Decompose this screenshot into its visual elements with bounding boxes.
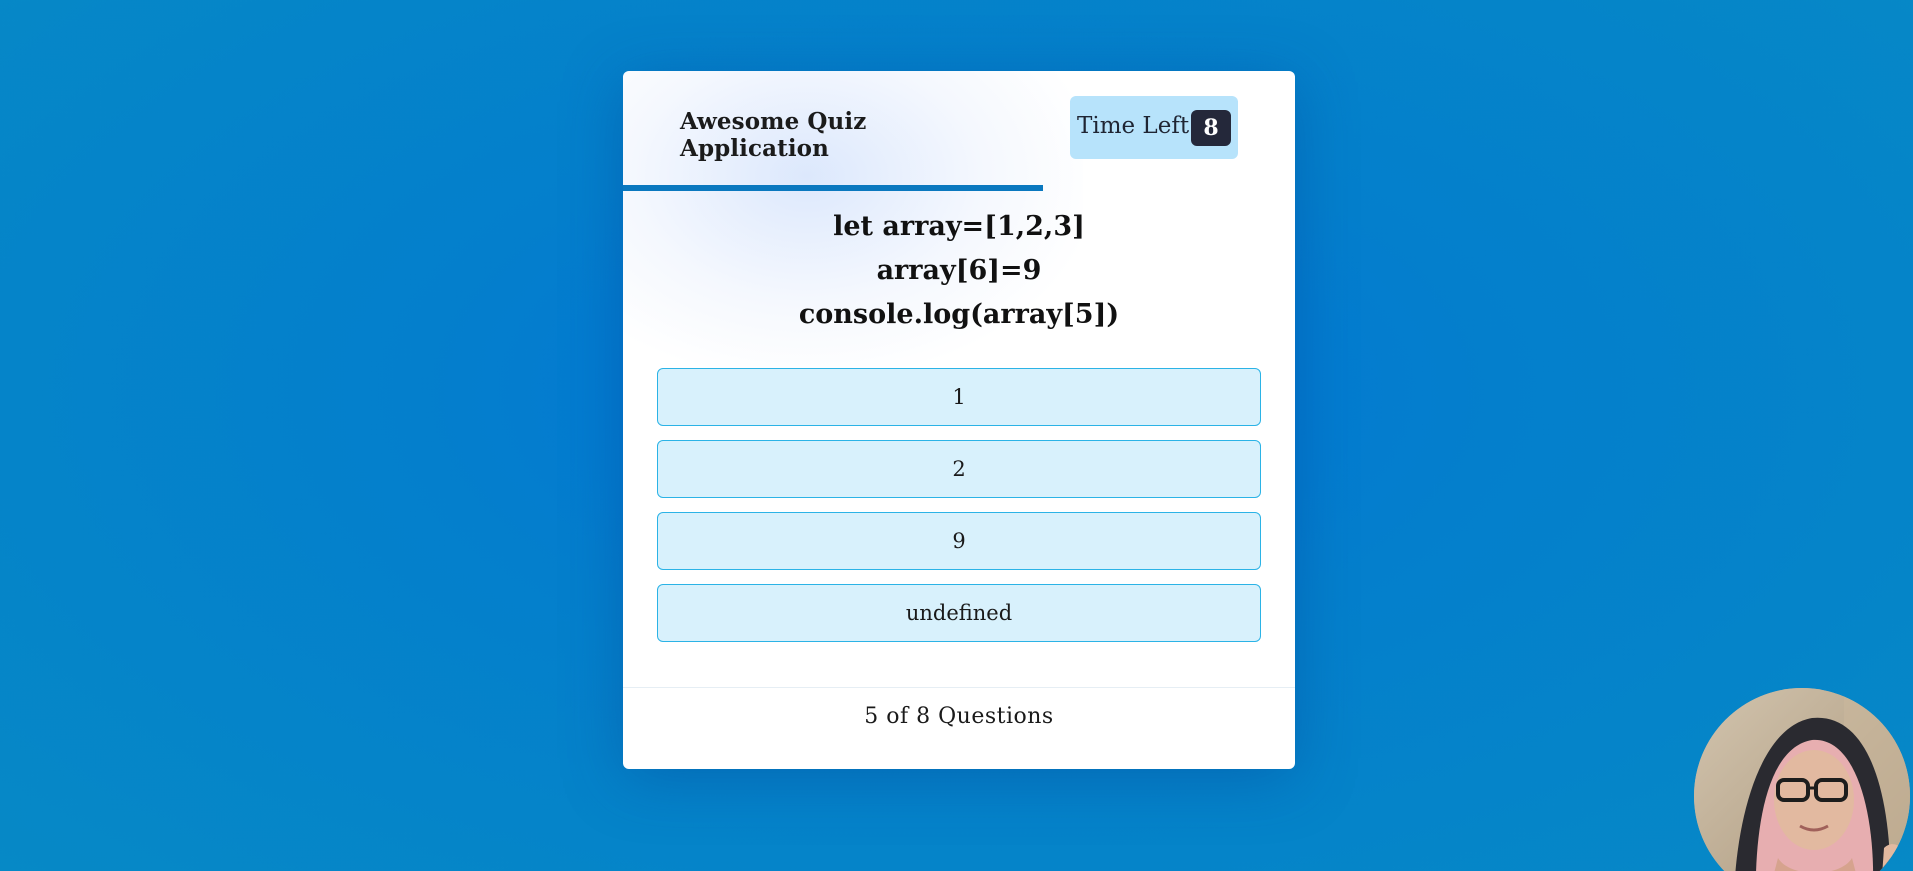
question-line: array[6]=9: [876, 255, 1042, 286]
question-line: console.log(array[5]): [798, 299, 1120, 330]
quiz-footer: 5 of 8 Questions: [623, 687, 1295, 769]
option-button[interactable]: 9: [657, 512, 1261, 570]
option-button[interactable]: undefined: [657, 584, 1261, 642]
question-counter: 5 of 8 Questions: [864, 704, 1054, 729]
timer-label: Time Left: [1077, 113, 1190, 139]
question-line: let array=[1,2,3]: [833, 211, 1085, 242]
quiz-card: Awesome Quiz Application Time Left 8 let…: [623, 71, 1295, 769]
option-button[interactable]: 2: [657, 440, 1261, 498]
quiz-header: Awesome Quiz Application Time Left 8: [623, 71, 1295, 188]
time-progress-fill: [623, 185, 1043, 191]
timer-count: 8: [1191, 110, 1231, 146]
app-title: Awesome Quiz Application: [680, 108, 867, 162]
webcam-avatar-icon: [1694, 688, 1910, 871]
time-progress-bar: [623, 185, 1295, 191]
question-text: let array=[1,2,3] array[6]=9 console.log…: [623, 205, 1295, 337]
webcam-portrait: [1694, 688, 1910, 871]
timer-box: Time Left 8: [1070, 96, 1238, 159]
option-button[interactable]: 1: [657, 368, 1261, 426]
option-list: 1 2 9 undefined: [657, 368, 1261, 656]
